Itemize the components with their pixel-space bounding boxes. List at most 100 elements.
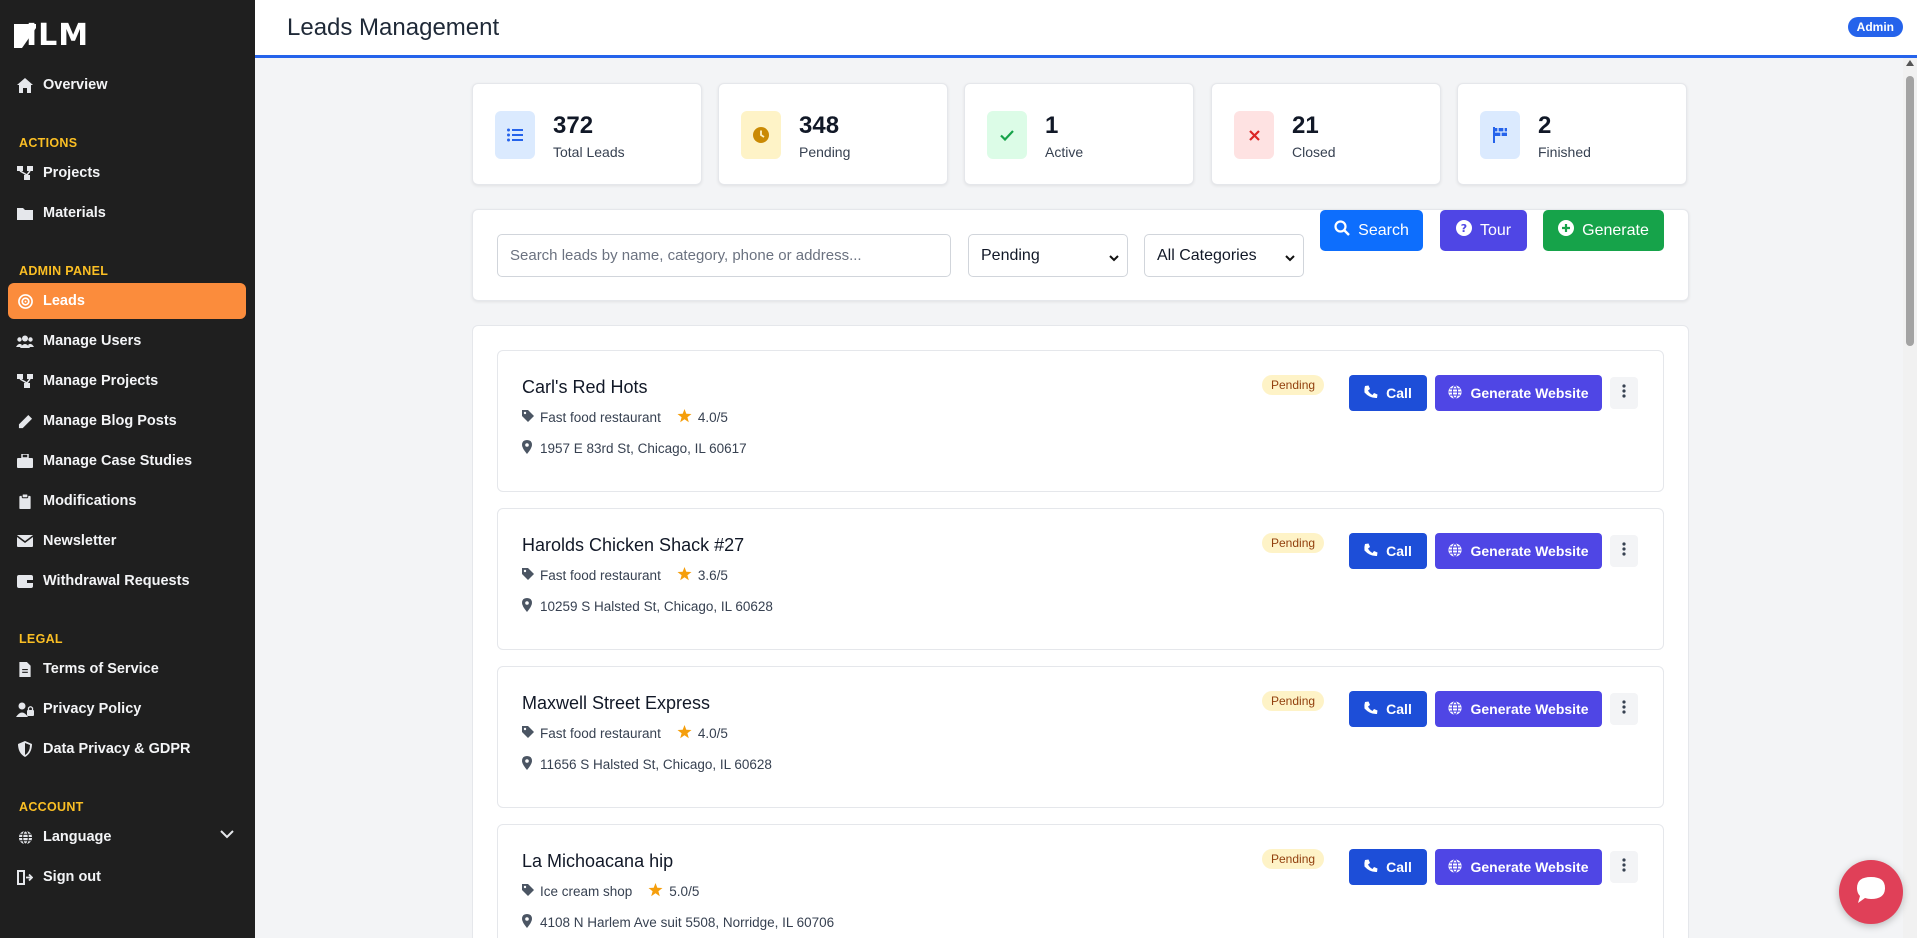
status-badge: Pending	[1262, 533, 1325, 553]
sidebar-item-manage-projects[interactable]: Manage Projects	[8, 363, 246, 399]
chat-widget-button[interactable]	[1839, 860, 1903, 924]
generate-button-label: Generate	[1582, 221, 1649, 239]
projects-icon	[15, 371, 35, 391]
generate-website-button[interactable]: Generate Website	[1435, 533, 1602, 569]
generate-website-label: Generate Website	[1470, 701, 1589, 717]
scroll-thumb[interactable]	[1906, 76, 1914, 346]
lead-name: Harolds Chicken Shack #27	[522, 535, 745, 555]
category-select[interactable]: All Categories	[1144, 234, 1304, 277]
sidebar-item-label: Overview	[43, 77, 108, 93]
sidebar-item-data-privacy-gdpr[interactable]: Data Privacy & GDPR	[8, 731, 246, 767]
chevron-down-icon[interactable]	[220, 827, 234, 843]
sidebar-item-materials[interactable]: Materials	[8, 195, 246, 231]
globe-icon	[1448, 858, 1463, 876]
sidebar-item-newsletter[interactable]: Newsletter	[8, 523, 246, 559]
tour-button[interactable]: ? Tour	[1440, 210, 1527, 251]
phone-icon	[1364, 385, 1378, 402]
status-badge: Pending	[1262, 849, 1325, 869]
generate-website-label: Generate Website	[1470, 385, 1589, 401]
wallet-icon	[15, 571, 35, 591]
globe-icon	[1448, 542, 1463, 560]
sidebar-item-leads[interactable]: Leads	[8, 283, 246, 319]
map-pin-icon	[522, 914, 532, 931]
sidebar-item-label: Manage Projects	[43, 373, 159, 389]
section-admin-panel: ADMIN PANEL	[19, 264, 109, 278]
stat-card-total-leads: 372 Total Leads	[472, 83, 702, 185]
users-icon	[15, 331, 35, 351]
phone-icon	[1364, 859, 1378, 876]
role-badge: Admin	[1847, 17, 1903, 37]
lead-meta: Fast food restaurant 3.6/5	[522, 567, 728, 584]
sidebar-item-withdrawal-requests[interactable]: Withdrawal Requests	[8, 563, 246, 599]
chevron-down-icon	[1285, 249, 1295, 267]
sidebar-item-terms-of-service[interactable]: Terms of Service	[8, 651, 246, 687]
kebab-menu-icon	[1622, 699, 1626, 719]
more-options-button[interactable]	[1610, 693, 1638, 725]
call-button[interactable]: Call	[1349, 533, 1427, 569]
top-header: Leads Management Admin	[255, 0, 1917, 58]
lead-card: Harolds Chicken Shack #27 Fast food rest…	[497, 508, 1664, 650]
map-pin-icon	[522, 598, 532, 615]
pencil-icon	[15, 411, 35, 431]
scroll-up-arrow[interactable]	[1906, 60, 1914, 66]
lead-category: Ice cream shop	[540, 884, 633, 899]
sidebar-item-sign-out[interactable]: Sign out	[8, 859, 246, 895]
stat-label: Total Leads	[553, 144, 625, 160]
logo[interactable]: ILM	[14, 18, 89, 53]
sidebar-item-label: Modifications	[43, 493, 137, 509]
call-button-label: Call	[1386, 701, 1412, 717]
sidebar-item-projects[interactable]: Projects	[8, 155, 246, 191]
home-icon	[15, 75, 35, 95]
call-button[interactable]: Call	[1349, 849, 1427, 885]
flag-icon	[1480, 111, 1520, 159]
lead-name: Maxwell Street Express	[522, 693, 711, 713]
search-button[interactable]: Search	[1320, 210, 1423, 251]
sidebar-item-language[interactable]: Language	[8, 819, 246, 855]
chat-bubble-icon	[1855, 875, 1887, 910]
target-icon	[15, 291, 35, 311]
briefcase-icon	[15, 451, 35, 471]
section-account: ACCOUNT	[19, 800, 84, 814]
sidebar-item-label: Manage Blog Posts	[43, 413, 177, 429]
tag-icon	[522, 568, 534, 583]
lead-card: Carl's Red Hots Fast food restaurant 4.0…	[497, 350, 1664, 492]
kebab-menu-icon	[1622, 857, 1626, 877]
sidebar-item-label: Sign out	[43, 869, 101, 885]
sidebar-item-privacy-policy[interactable]: Privacy Policy	[8, 691, 246, 727]
generate-website-button[interactable]: Generate Website	[1435, 849, 1602, 885]
search-input[interactable]	[497, 234, 951, 277]
sidebar-item-manage-users[interactable]: Manage Users	[8, 323, 246, 359]
status-select[interactable]: Pending	[968, 234, 1128, 277]
call-button[interactable]: Call	[1349, 691, 1427, 727]
stat-card-closed: 21 Closed	[1211, 83, 1441, 185]
lead-rating: 3.6/5	[697, 568, 728, 583]
generate-button[interactable]: Generate	[1543, 210, 1664, 251]
generate-website-button[interactable]: Generate Website	[1435, 375, 1602, 411]
page-scrollbar[interactable]	[1903, 58, 1917, 938]
phone-icon	[1364, 701, 1378, 718]
search-icon	[1334, 220, 1350, 241]
more-options-button[interactable]	[1610, 851, 1638, 883]
question-circle-icon: ?	[1455, 220, 1472, 241]
call-button[interactable]: Call	[1349, 375, 1427, 411]
stat-value: 2	[1538, 112, 1552, 139]
sidebar-item-manage-blog-posts[interactable]: Manage Blog Posts	[8, 403, 246, 439]
kebab-menu-icon	[1622, 383, 1626, 403]
lead-name: Carl's Red Hots	[522, 377, 648, 397]
lead-category: Fast food restaurant	[540, 726, 661, 741]
lead-address: 11656 S Halsted St, Chicago, IL 60628	[540, 757, 772, 772]
more-options-button[interactable]	[1610, 377, 1638, 409]
generate-website-label: Generate Website	[1470, 543, 1589, 559]
generate-website-button[interactable]: Generate Website	[1435, 691, 1602, 727]
sidebar: ILM Overview ACTIONS Projects Materials …	[0, 0, 255, 938]
check-icon	[987, 111, 1027, 159]
more-options-button[interactable]	[1610, 535, 1638, 567]
lead-rating: 5.0/5	[669, 884, 700, 899]
star-icon	[677, 567, 692, 584]
stat-value: 21	[1292, 112, 1319, 139]
sidebar-item-modifications[interactable]: Modifications	[8, 483, 246, 519]
sidebar-item-manage-case-studies[interactable]: Manage Case Studies	[8, 443, 246, 479]
status-badge: Pending	[1262, 375, 1325, 395]
sidebar-item-overview[interactable]: Overview	[8, 67, 246, 103]
search-button-label: Search	[1358, 221, 1409, 239]
